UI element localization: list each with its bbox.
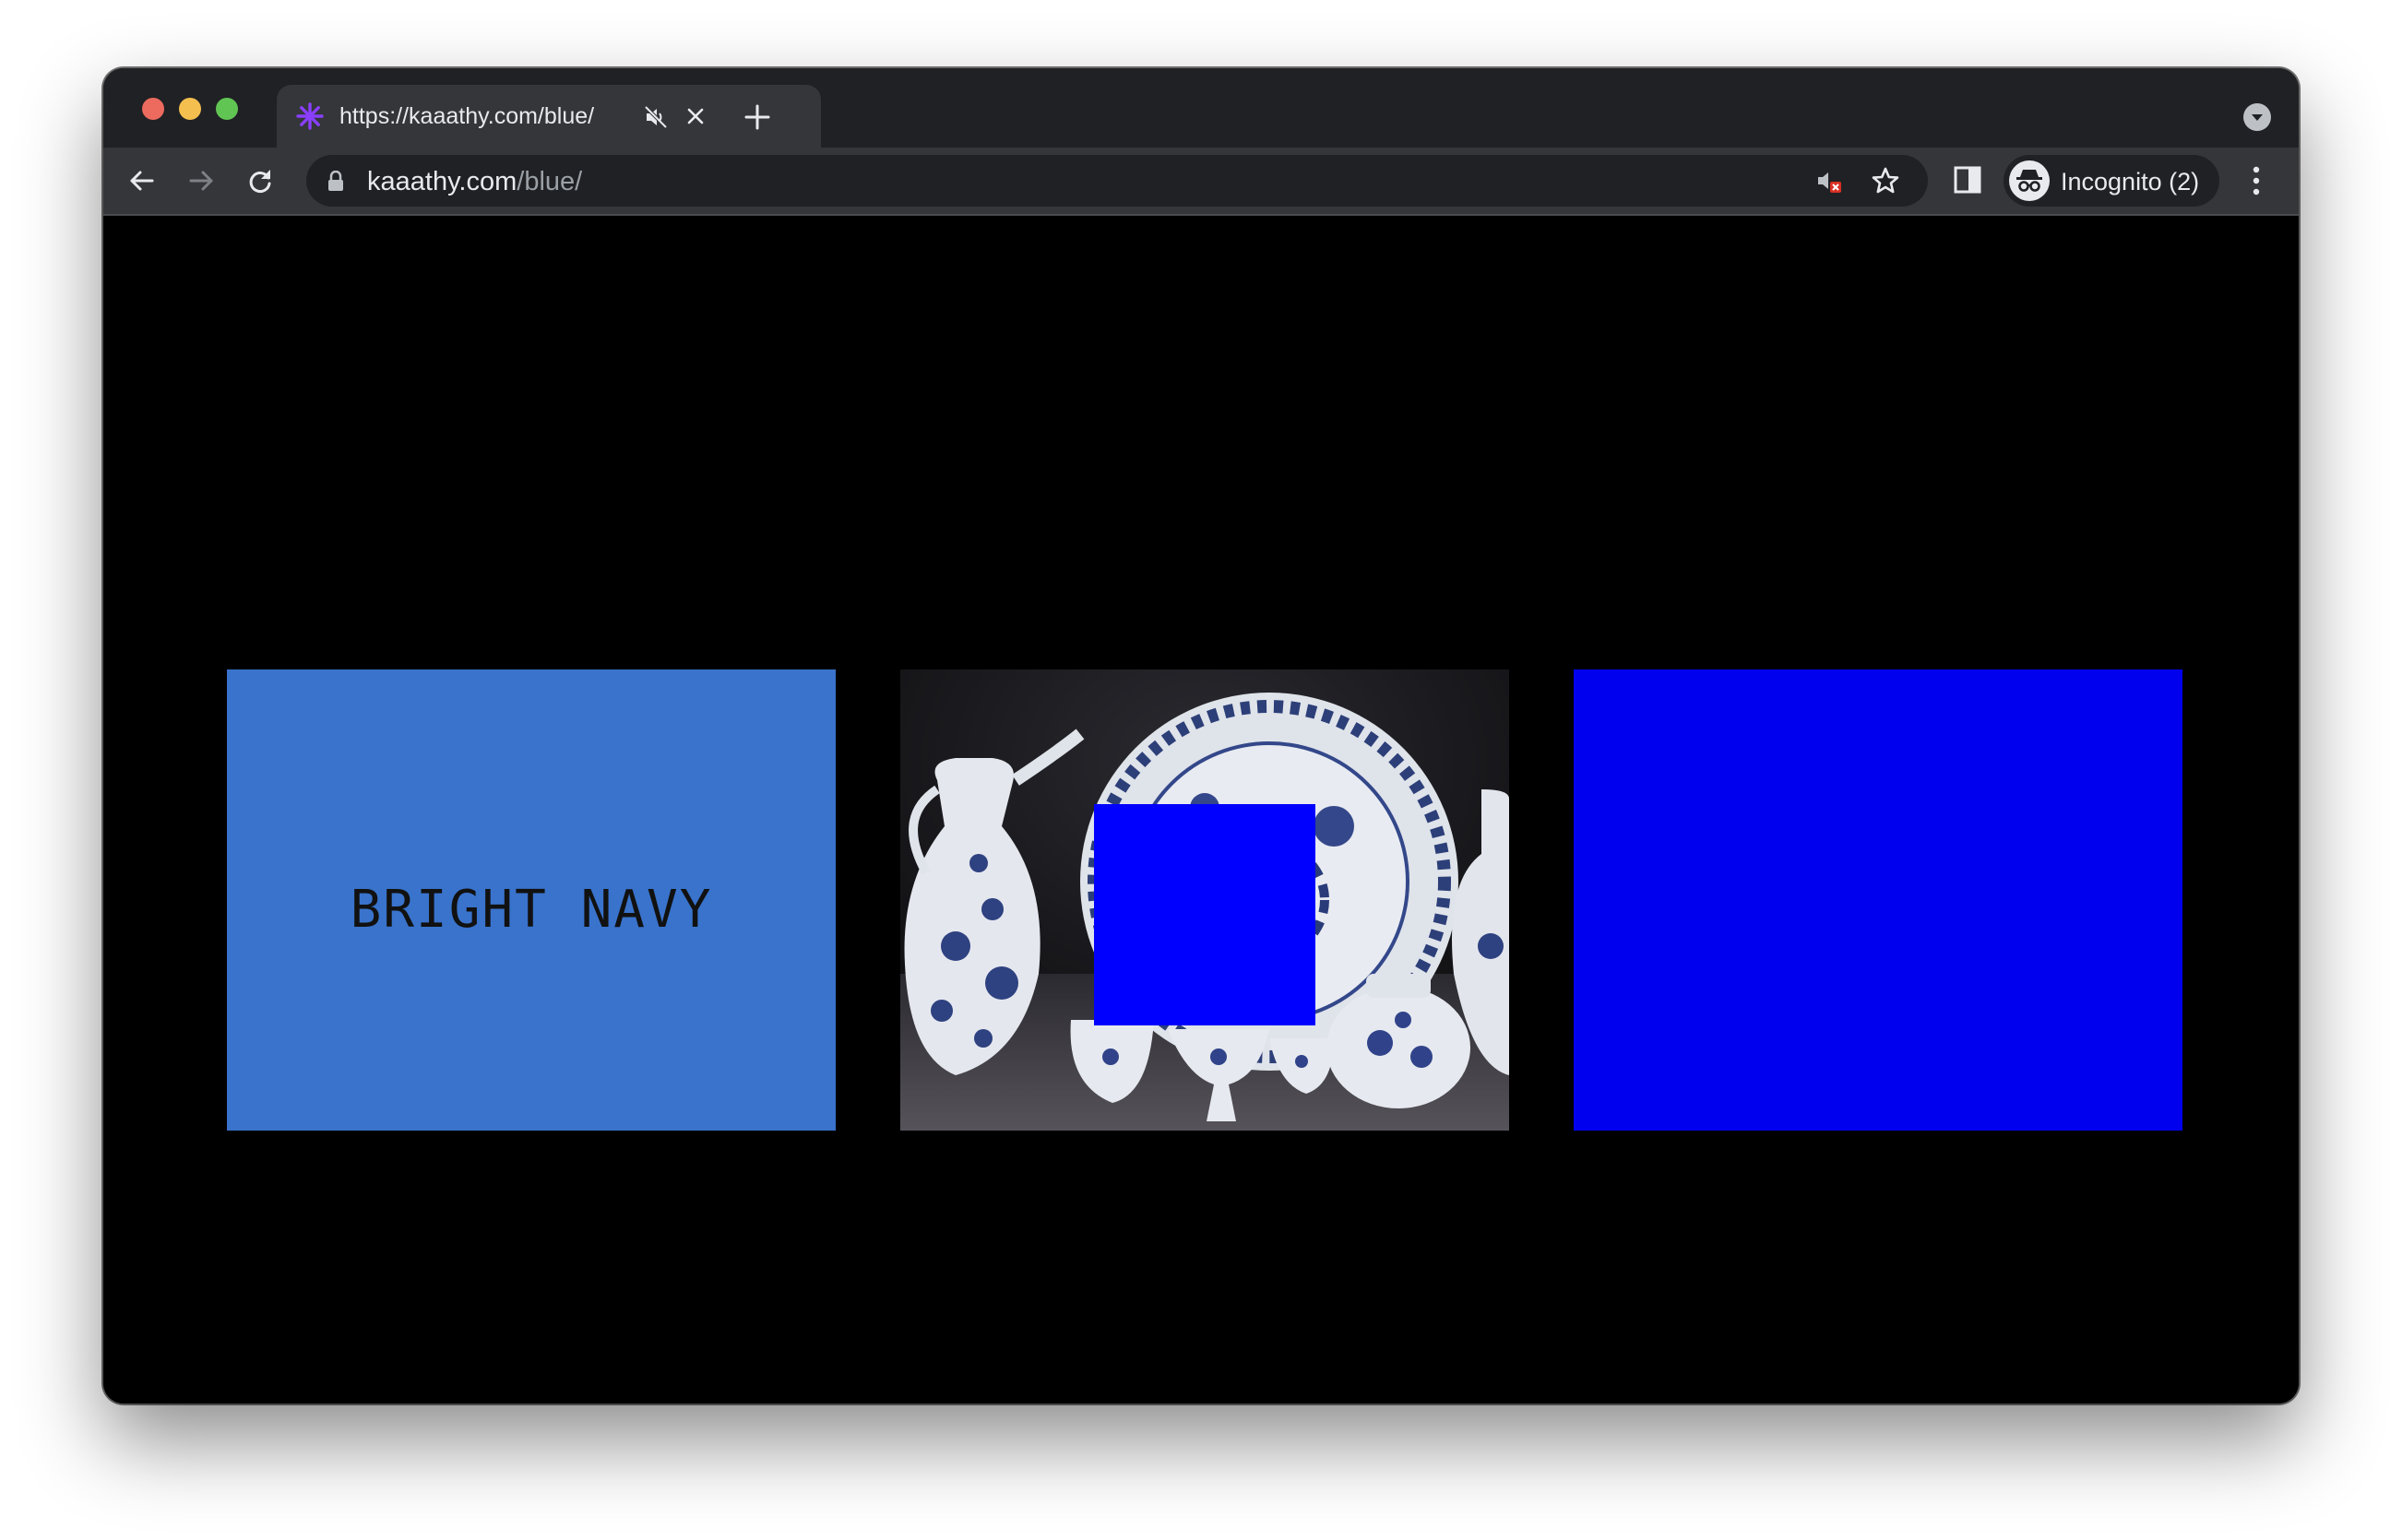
browser-window: https://kaaathy.com/blue/ kaaathy.com/bl… bbox=[103, 68, 2299, 1404]
window-close-button[interactable] bbox=[142, 98, 164, 120]
side-panel-icon[interactable] bbox=[1952, 164, 1983, 195]
url-host: kaaathy.com bbox=[367, 167, 517, 196]
close-icon[interactable] bbox=[684, 105, 707, 127]
color-card-blue[interactable] bbox=[1574, 669, 2182, 1131]
tab-search-button[interactable] bbox=[2243, 103, 2271, 131]
muted-speaker-icon[interactable] bbox=[644, 105, 668, 129]
browser-tab[interactable]: https://kaaathy.com/blue/ bbox=[277, 85, 821, 148]
url-path: /blue/ bbox=[517, 167, 583, 196]
arrow-right-icon[interactable] bbox=[186, 166, 216, 195]
more-vertical-icon[interactable] bbox=[2247, 164, 2265, 197]
asterisk-favicon-icon bbox=[296, 102, 324, 130]
star-icon[interactable] bbox=[1871, 166, 1900, 195]
profile-label: Incognito (2) bbox=[2061, 168, 2200, 195]
page-viewport: BRIGHT NAVY bbox=[103, 216, 2299, 1404]
color-name-label: BRIGHT NAVY bbox=[350, 879, 713, 940]
color-card-bright-navy[interactable]: BRIGHT NAVY bbox=[227, 669, 836, 1131]
toolbar: kaaathy.com/blue/ Incognito (2) bbox=[103, 148, 2299, 216]
lock-icon[interactable] bbox=[327, 171, 345, 191]
chevron-down-icon bbox=[2252, 114, 2263, 121]
window-minimize-button[interactable] bbox=[179, 98, 201, 120]
tab-strip: https://kaaathy.com/blue/ bbox=[103, 68, 2299, 148]
window-maximize-button[interactable] bbox=[216, 98, 238, 120]
address-bar[interactable]: kaaathy.com/blue/ bbox=[306, 155, 1928, 207]
reload-icon[interactable] bbox=[245, 166, 275, 195]
arrow-left-icon[interactable] bbox=[127, 166, 157, 195]
plus-icon[interactable] bbox=[743, 103, 771, 131]
blue-overlay-square bbox=[1094, 804, 1315, 1025]
incognito-icon bbox=[2009, 160, 2050, 201]
profile-button[interactable]: Incognito (2) bbox=[2004, 155, 2219, 207]
porcelain-photo-card[interactable] bbox=[900, 669, 1509, 1131]
tab-title: https://kaaathy.com/blue/ bbox=[339, 103, 595, 129]
url-text[interactable]: kaaathy.com/blue/ bbox=[367, 167, 582, 197]
sound-blocked-icon[interactable] bbox=[1815, 167, 1843, 195]
